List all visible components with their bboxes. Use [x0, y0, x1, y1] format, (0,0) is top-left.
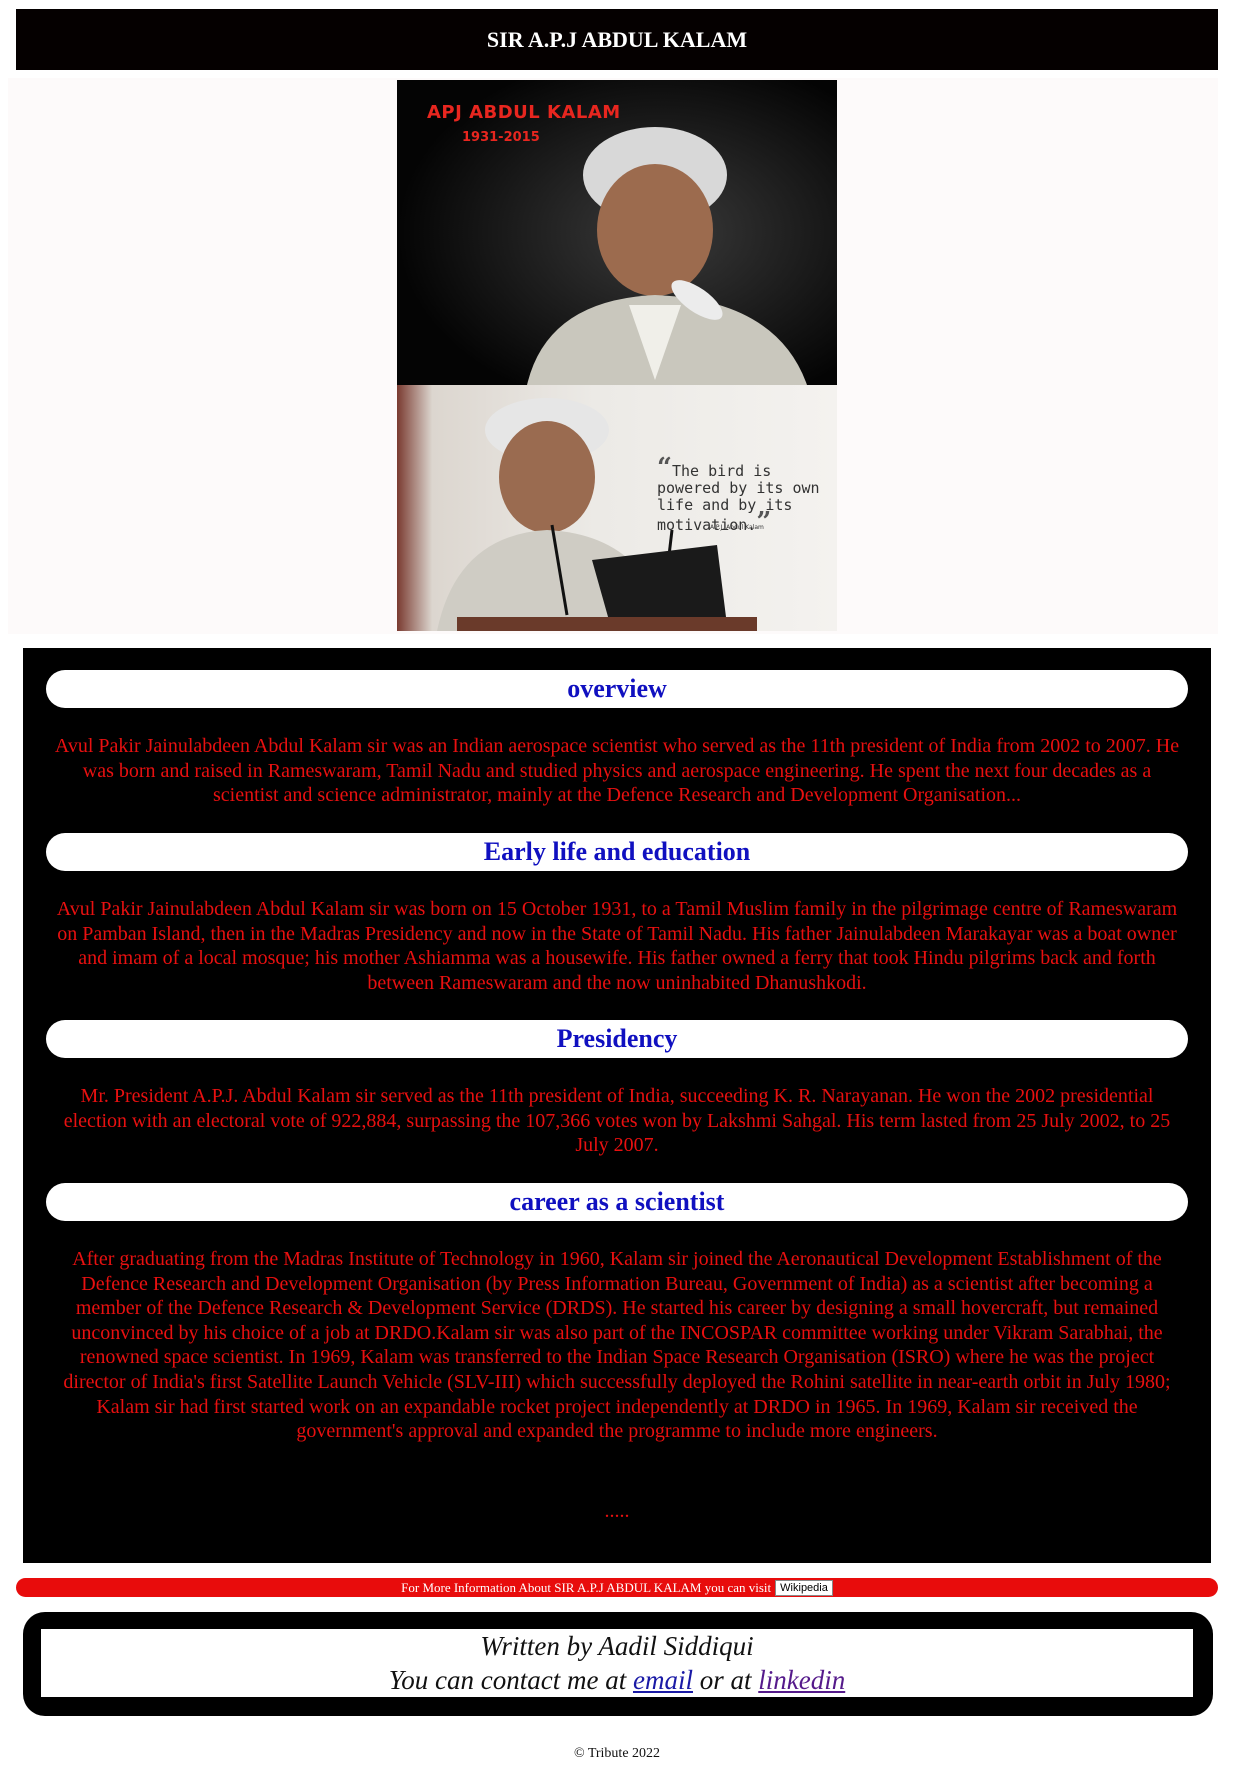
- info-bar: For More Information About SIR A.P.J ABD…: [16, 1578, 1218, 1597]
- author-line: Written by Aadil Siddiqui: [480, 1631, 754, 1661]
- section-heading-career: career as a scientist: [46, 1183, 1188, 1221]
- section-text-career: After graduating from the Madras Institu…: [63, 1248, 1171, 1443]
- quote-text: “The bird is powered by its own life and…: [657, 453, 820, 537]
- linkedin-link[interactable]: linkedin: [758, 1665, 845, 1695]
- author-box: Written by Aadil Siddiqui You can contac…: [23, 1612, 1213, 1716]
- contact-prefix: You can contact me at: [388, 1665, 627, 1695]
- copyright-text: © Tribute 2022: [573, 1746, 661, 1761]
- section-text-early-life: Avul Pakir Jainulabdeen Abdul Kalam sir …: [56, 898, 1178, 994]
- author-card: Written by Aadil Siddiqui You can contac…: [41, 1629, 1193, 1697]
- email-link[interactable]: email: [633, 1665, 693, 1695]
- section-heading-overview: overview: [46, 670, 1188, 708]
- page-header: SIR A.P.J ABDUL KALAM: [16, 9, 1218, 70]
- section-heading-early-life: Early life and education: [46, 833, 1188, 871]
- poster-title: APJ ABDUL KALAM: [427, 102, 621, 123]
- quote-author: A.P.J. Abdul Kalam: [710, 524, 764, 531]
- portrait-illustration: [397, 80, 837, 385]
- page-title: SIR A.P.J ABDUL KALAM: [486, 26, 748, 52]
- speech-photo: “The bird is powered by its own life and…: [397, 385, 837, 631]
- ellipsis-text: .....: [604, 1500, 630, 1522]
- poster-years: 1931-2015: [462, 130, 540, 145]
- section-heading-presidency: Presidency: [46, 1020, 1188, 1058]
- info-bar-text: For More Information About SIR A.P.J ABD…: [401, 1579, 772, 1595]
- section-text-presidency: Mr. President A.P.J. Abdul Kalam sir ser…: [63, 1085, 1171, 1157]
- contact-middle: or at: [699, 1665, 752, 1695]
- portrait-photo: APJ ABDUL KALAM 1931-2015: [397, 80, 837, 385]
- main-content: overview Avul Pakir Jainulabdeen Abdul K…: [23, 648, 1211, 1563]
- contact-line: You can contact me at email or at linked…: [41, 1663, 1193, 1697]
- section-text-overview: Avul Pakir Jainulabdeen Abdul Kalam sir …: [54, 735, 1180, 807]
- close-quote-icon: ”: [756, 507, 772, 537]
- wikipedia-button[interactable]: Wikipedia: [775, 1579, 833, 1596]
